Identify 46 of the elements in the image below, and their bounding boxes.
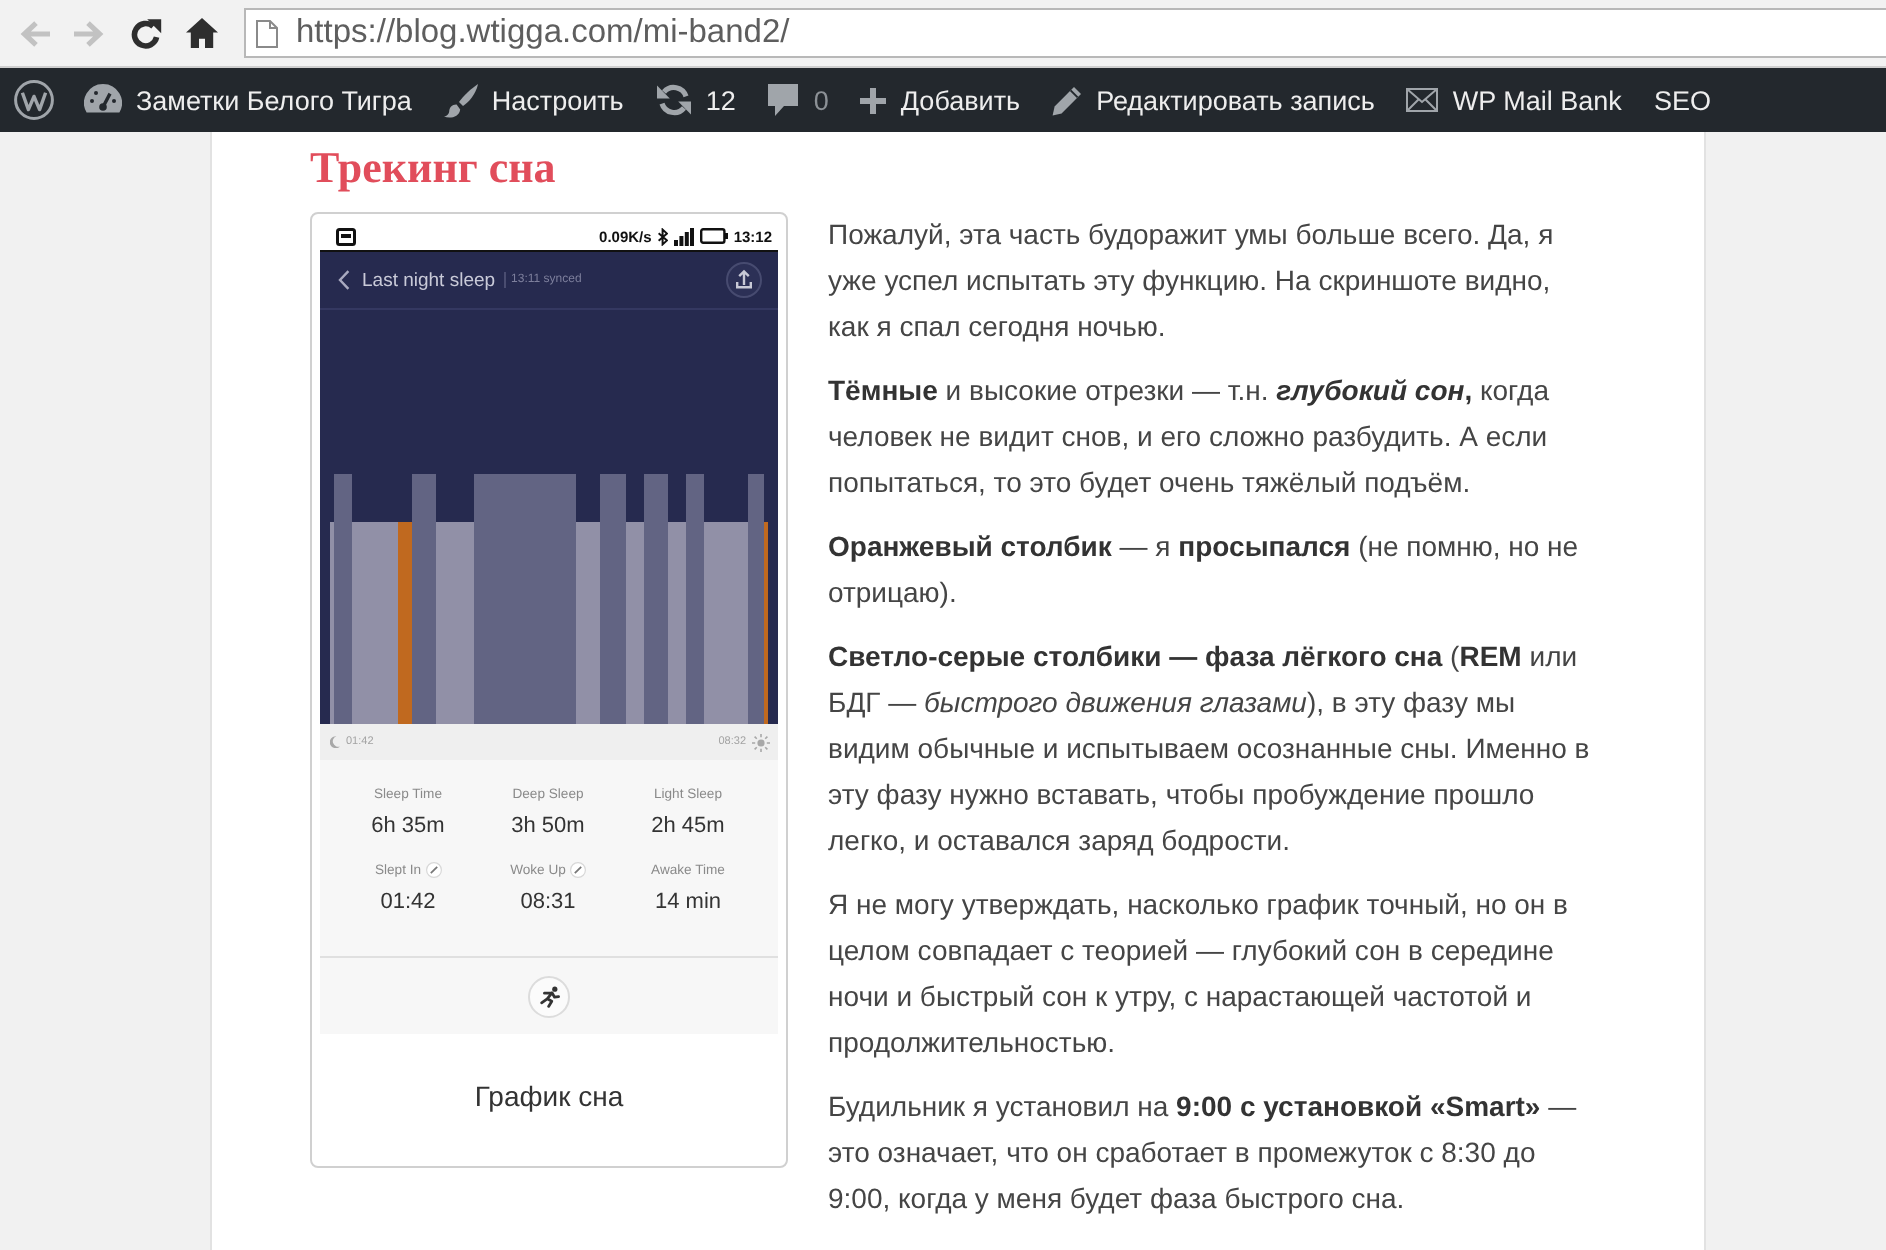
pencil-icon bbox=[1052, 85, 1083, 115]
sun-icon bbox=[752, 733, 770, 751]
paragraph: Тёмные и высокие отрезки — т.н. глубокий сон, когда человек не видит снов, и его сложно разбудить. А если попытаться, то это будет очень тяжёлый подъём. bbox=[828, 372, 1551, 502]
arrow-left-icon bbox=[18, 19, 50, 47]
stat-value: 6h 35m bbox=[371, 812, 445, 842]
address-field[interactable]: https://blog.wtigga.com/mi-band2/ bbox=[244, 8, 1886, 58]
stat-value: 3h 50m bbox=[511, 812, 585, 842]
refresh-icon bbox=[655, 82, 692, 118]
stat-value: 14 min bbox=[654, 888, 722, 918]
comment-icon bbox=[767, 84, 798, 116]
add-new-link[interactable]: Добавить bbox=[844, 68, 1037, 132]
stat-value: 01:42 bbox=[380, 888, 436, 918]
envelope-icon bbox=[1406, 88, 1439, 112]
bluetooth-icon bbox=[657, 227, 668, 245]
paragraph: Будильник я установил на 9:00 с установкой «Smart» — это означает, что он сработает в промежуток с 8:30 до 9:00, когда у меня будет фаза быстрого сна. bbox=[828, 1088, 1579, 1218]
stat-value: 08:31 bbox=[520, 888, 576, 918]
chevron-left-icon bbox=[338, 270, 350, 290]
logo-icon bbox=[14, 80, 54, 120]
page-icon bbox=[256, 19, 278, 47]
screen-title: Last night sleep bbox=[362, 269, 496, 291]
gauge-icon bbox=[84, 83, 122, 117]
comments-link[interactable]: 0 bbox=[751, 68, 845, 132]
signal-icon bbox=[673, 227, 694, 245]
stat-value: 2h 45m bbox=[651, 812, 725, 842]
reload-icon bbox=[130, 17, 162, 49]
brush-icon bbox=[443, 83, 478, 117]
plus-icon bbox=[860, 87, 887, 113]
paragraph: Пожалуй, эта часть будоражит умы больше всего. Да, я уже успел испытать эту функцию. На скриншоте видно, как я спал сегодня ночью. bbox=[828, 216, 1556, 346]
customize-link[interactable]: Настроить bbox=[427, 68, 640, 132]
paragraph: Я не могу утверждать, насколько график точный, но он в целом совпадает с теорией — глубокий сон в середине ночи и быстрый сон к утру, с нарастающей частотой и продолжительностью. bbox=[828, 886, 1570, 1062]
running-person-icon bbox=[528, 975, 570, 1017]
edit-post-link[interactable]: Редактировать запись bbox=[1036, 68, 1391, 132]
arrow-right-icon bbox=[74, 19, 106, 47]
paragraph: Оранжевый столбик — я просыпался (не помню, но не отрицаю). bbox=[828, 528, 1581, 612]
square-icon bbox=[336, 227, 356, 245]
mail-menu-link[interactable]: WP Mail Bank bbox=[1390, 68, 1638, 132]
moon-icon bbox=[330, 736, 340, 748]
figure-caption: График сна bbox=[474, 1078, 624, 1116]
site-name-link[interactable]: Заметки Белого Тигра bbox=[68, 68, 428, 132]
battery-icon bbox=[699, 228, 728, 244]
seo-menu-link[interactable]: SEO bbox=[1637, 68, 1727, 132]
home-icon bbox=[186, 18, 218, 48]
section-heading: Трекинг сна bbox=[310, 140, 556, 196]
paragraph: Светло-серые столбики — фаза лёгкого сна (REM или БДГ — быстрого движения глазами), в эту фазу мы видим обычные и испытываем осознанные сны. Именно в эту фазу нужно вставать, чтобы пробуждение прошло легко, и оставался заряд бодрости. bbox=[828, 638, 1592, 860]
upload-icon bbox=[726, 262, 762, 298]
updates-link[interactable]: 12 bbox=[639, 68, 752, 132]
